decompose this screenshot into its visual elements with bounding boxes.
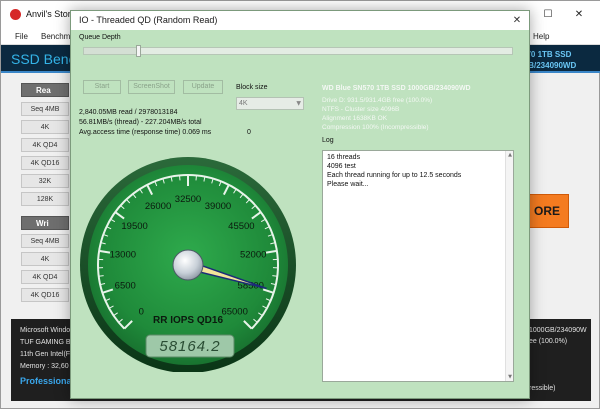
- maximize-icon[interactable]: ☐: [537, 6, 559, 24]
- menu-help[interactable]: Help: [533, 32, 549, 41]
- menu-file[interactable]: File: [15, 32, 28, 41]
- queue-depth-label: Queue Depth: [79, 34, 121, 41]
- gauge-tick-label: 26000: [145, 201, 171, 212]
- write-seq4mb-button[interactable]: Seq 4MB: [21, 234, 69, 248]
- log-line: 16 threads: [327, 154, 361, 161]
- drive-info-line: Compression 100% (Incompressible): [322, 124, 429, 131]
- block-size-select[interactable]: 4K ▼: [236, 97, 304, 110]
- queue-depth-slider[interactable]: [83, 45, 513, 57]
- read-4kqd4-button[interactable]: 4K QD4: [21, 138, 69, 152]
- gauge-minor-tick: [272, 275, 278, 277]
- throughput-text: 56.81MB/s (thread) - 227.204MB/s total: [79, 119, 202, 126]
- gauge-tick-label: 0: [139, 307, 144, 318]
- gauge-tick-label: 65000: [221, 307, 247, 318]
- log-line: Each thread running for up to 12.5 secon…: [327, 172, 462, 179]
- read-4kqd16-button[interactable]: 4K QD16: [21, 156, 69, 170]
- log-line: 4096 test: [327, 163, 356, 170]
- gauge-tick-label: 45500: [228, 221, 254, 232]
- avg-access-value: 0: [247, 129, 251, 136]
- gauge-tick-label: 19500: [121, 221, 147, 232]
- sysinfo-cpu: 11th Gen Intel(F: [20, 351, 71, 358]
- read-32k-button[interactable]: 32K: [21, 174, 69, 188]
- drive-info-title: WD Blue SN570 1TB SSD 1000GB/234090WD: [322, 85, 471, 92]
- header-drive-line: GB/234090WD: [522, 61, 577, 70]
- professional-label: Professiona: [20, 376, 72, 386]
- drive-info-line: NTFS - Cluster size 4096B: [322, 106, 400, 113]
- sysinfo-memory: Memory : 32,60: [20, 363, 69, 370]
- iops-gauge: 0 6500 13000 19500 26000 32500 39000 45500 52000…: [80, 157, 296, 372]
- sysinfo-os: Microsoft Windo: [20, 327, 71, 334]
- header-title: SSD Benc: [11, 51, 76, 67]
- gauge-tick-label: 39000: [205, 201, 231, 212]
- sysinfo-board: TUF GAMING B5: [20, 339, 75, 346]
- app-logo-icon: [10, 9, 21, 20]
- gauge-caption: RR IOPS QD16: [153, 315, 223, 326]
- read-total-text: 2,840.05MB read / 2978013184: [79, 109, 178, 116]
- block-size-label: Block size: [236, 84, 268, 91]
- menu-benchmark[interactable]: Benchm: [41, 32, 70, 41]
- header-drive-line: 570 1TB SSD: [522, 50, 572, 59]
- drive-info-line: Drive D: 931.5/931.4GB free (100.0%): [322, 97, 433, 104]
- drive-info-line: Alignment 1638KB OK: [322, 115, 388, 122]
- update-button[interactable]: Update: [183, 80, 223, 94]
- sysinfo-compression: ressible): [529, 385, 556, 392]
- dialog-titlebar: IO - Threaded QD (Random Read) ✕: [71, 11, 529, 30]
- chevron-down-icon: ▼: [296, 100, 301, 107]
- store-banner[interactable]: ORE: [525, 194, 569, 228]
- drive-info-panel: WD Blue SN570 1TB SSD 1000GB/234090WD Dr…: [322, 84, 522, 132]
- gauge-tick-label: 52000: [240, 250, 266, 261]
- gauge-tick-label: 32500: [175, 194, 201, 205]
- write-4kqd4-button[interactable]: 4K QD4: [21, 270, 69, 284]
- gauge-readout: 58164.2: [159, 338, 220, 355]
- threaded-qd-dialog: IO - Threaded QD (Random Read) ✕ Queue D…: [70, 10, 530, 399]
- log-label: Log: [322, 137, 334, 144]
- read-section-label: Rea: [21, 83, 69, 97]
- gauge-tick-label: 6500: [115, 280, 136, 291]
- log-line: Please wait...: [327, 181, 369, 188]
- gauge-minor-tick: [98, 275, 104, 277]
- queue-depth-fill: [84, 48, 138, 54]
- read-128k-button[interactable]: 128K: [21, 192, 69, 206]
- scroll-down-icon[interactable]: ▼: [506, 374, 514, 380]
- write-4kqd16-button[interactable]: 4K QD16: [21, 288, 69, 302]
- gauge-tick-label: 13000: [110, 250, 136, 261]
- close-icon[interactable]: ✕: [568, 6, 590, 24]
- sysinfo-drive-free: ee (100.0%): [529, 338, 568, 345]
- block-size-value: 4K: [239, 100, 248, 107]
- screenshot-button[interactable]: ScreenShot: [128, 80, 175, 94]
- write-4k-button[interactable]: 4K: [21, 252, 69, 266]
- avg-access-text: Avg.access time (response time) 0.069 ms: [79, 129, 212, 136]
- log-scrollbar[interactable]: ▲ ▼: [505, 151, 513, 381]
- write-section-label: Wri: [21, 216, 69, 230]
- log-textbox[interactable]: 16 threads 4096 test Each thread running…: [322, 150, 514, 382]
- dialog-close-icon[interactable]: ✕: [508, 12, 526, 29]
- read-seq4mb-button[interactable]: Seq 4MB: [21, 102, 69, 116]
- sysinfo-drive-model: 1000GB/234090W: [529, 327, 587, 334]
- dialog-title: IO - Threaded QD (Random Read): [79, 15, 218, 25]
- gauge-hub: [172, 249, 204, 281]
- header-drive-info: 570 1TB SSD GB/234090WD: [522, 49, 576, 71]
- scroll-up-icon[interactable]: ▲: [506, 152, 514, 158]
- start-button[interactable]: Start: [83, 80, 121, 94]
- read-4k-button[interactable]: 4K: [21, 120, 69, 134]
- queue-depth-thumb[interactable]: [136, 45, 141, 57]
- main-window-title: Anvil's Stora: [26, 9, 76, 19]
